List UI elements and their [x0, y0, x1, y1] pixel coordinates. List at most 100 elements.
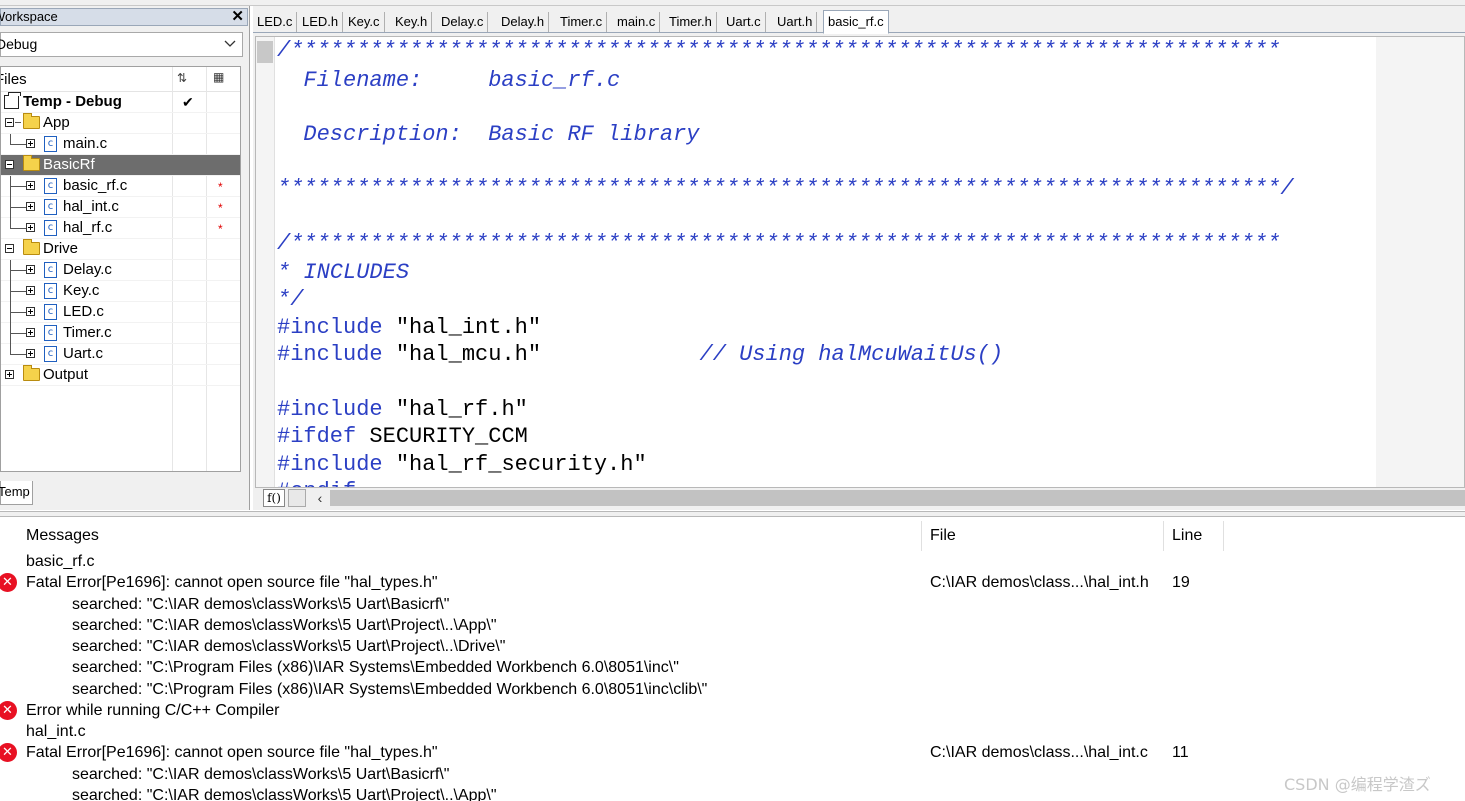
- tree-item-drive[interactable]: Drive: [1, 239, 240, 260]
- code-line: #include "hal_rf.h": [277, 396, 528, 423]
- expand-icon[interactable]: [26, 202, 35, 211]
- expand-icon[interactable]: [26, 307, 35, 316]
- c-file-icon: c: [44, 304, 57, 320]
- tab-delay-c[interactable]: Delay.c: [437, 12, 489, 32]
- chevron-down-icon: [224, 40, 236, 47]
- message-row[interactable]: searched: "C:\Program Files (x86)\IAR Sy…: [0, 657, 1465, 678]
- expand-icon[interactable]: [26, 139, 35, 148]
- column-divider: [1223, 521, 1224, 551]
- message-file: C:\IAR demos\class...\hal_int.c: [930, 744, 1148, 762]
- tab-led-h[interactable]: LED.h: [298, 12, 344, 32]
- tab-led-c[interactable]: LED.c: [253, 12, 298, 32]
- message-row[interactable]: searched: "C:\IAR demos\classWorks\5 Uar…: [0, 764, 1465, 785]
- tree-item-app[interactable]: App: [1, 113, 240, 134]
- message-row[interactable]: searched: "C:\IAR demos\classWorks\5 Uar…: [0, 636, 1465, 657]
- toggle-button[interactable]: [288, 489, 306, 507]
- preprocessor-keyword: #include: [277, 315, 383, 340]
- code-editor[interactable]: /***************************************…: [255, 36, 1465, 488]
- message-row[interactable]: ✕ Fatal Error[Pe1696]: cannot open source…: [0, 742, 1465, 763]
- checkmark-icon: ✔: [182, 94, 194, 110]
- message-row[interactable]: ✕ Fatal Error[Pe1696]: cannot open source…: [0, 572, 1465, 593]
- scroll-left-icon[interactable]: ‹: [311, 488, 329, 508]
- include-path: "hal_rf.h": [382, 397, 528, 422]
- message-row[interactable]: hal_int.c: [0, 721, 1465, 742]
- message-text: Fatal Error[Pe1696]: cannot open source …: [26, 574, 438, 592]
- tab-delay-h[interactable]: Delay.h: [497, 12, 550, 32]
- tab-timer-h[interactable]: Timer.h: [665, 12, 717, 32]
- folder-icon: [23, 239, 40, 255]
- modified-indicator: *: [218, 201, 223, 215]
- code-line: */: [277, 287, 304, 312]
- tree-item-delay-c[interactable]: c Delay.c: [1, 260, 240, 281]
- include-path: "hal_int.h": [382, 315, 542, 340]
- tab-uart-c[interactable]: Uart.c: [722, 12, 766, 32]
- tree-item-label: hal_int.c: [63, 198, 119, 215]
- line-column-header[interactable]: Line: [1172, 527, 1202, 545]
- tree-item-main-c[interactable]: c main.c: [1, 134, 240, 155]
- tree-item-basicrf[interactable]: BasicRf: [1, 155, 240, 176]
- code-line: /***************************************…: [277, 231, 1281, 256]
- workspace-tab-temp[interactable]: Temp: [0, 481, 33, 505]
- code-line: /***************************************…: [277, 38, 1281, 63]
- tab-main-c[interactable]: main.c: [613, 12, 661, 32]
- watermark: CSDN @编程学渣ズ: [1284, 775, 1431, 794]
- function-list-button[interactable]: f(): [263, 489, 285, 507]
- code-line: Description: Basic RF library: [277, 122, 700, 147]
- configuration-select[interactable]: Debug: [0, 32, 243, 57]
- tree-item-hal-int-c[interactable]: c hal_int.c *: [1, 197, 240, 218]
- message-row[interactable]: searched: "C:\Program Files (x86)\IAR Sy…: [0, 679, 1465, 700]
- preprocessor-keyword: #include: [277, 342, 383, 367]
- message-file: C:\IAR demos\class...\hal_int.h: [930, 574, 1149, 592]
- error-icon: ✕: [0, 743, 17, 763]
- folder-icon: [23, 365, 40, 381]
- message-row[interactable]: basic_rf.c: [0, 551, 1465, 572]
- expand-icon[interactable]: [26, 265, 35, 274]
- tree-item-output[interactable]: Output: [1, 365, 240, 386]
- message-text: searched: "C:\IAR demos\classWorks\5 Uar…: [72, 595, 450, 613]
- expand-icon[interactable]: [26, 181, 35, 190]
- messages-column-header[interactable]: Messages: [26, 527, 99, 545]
- workspace-title-bar: Workspace ✕: [0, 8, 248, 26]
- configuration-value: Debug: [0, 36, 38, 52]
- sort-icon[interactable]: ⇅: [177, 71, 187, 85]
- tab-timer-c[interactable]: Timer.c: [556, 12, 608, 32]
- modified-indicator: *: [218, 222, 223, 236]
- close-icon[interactable]: ✕: [231, 9, 244, 25]
- expand-icon[interactable]: [26, 286, 35, 295]
- error-icon: ✕: [0, 573, 17, 593]
- collapse-icon[interactable]: [5, 118, 14, 127]
- message-row[interactable]: searched: "C:\IAR demos\classWorks\5 Uar…: [0, 615, 1465, 636]
- tree-item-label: basic_rf.c: [63, 177, 128, 194]
- message-row[interactable]: searched: "C:\IAR demos\classWorks\5 Uar…: [0, 785, 1465, 801]
- message-row[interactable]: searched: "C:\IAR demos\classWorks\5 Uar…: [0, 594, 1465, 615]
- collapse-icon[interactable]: [5, 244, 14, 253]
- tree-item-project[interactable]: Temp - Debug ✔: [1, 92, 240, 113]
- tree-item-uart-c[interactable]: c Uart.c: [1, 344, 240, 365]
- expand-icon[interactable]: [26, 349, 35, 358]
- expand-icon[interactable]: [5, 370, 14, 379]
- tree-item-label: LED.c: [63, 303, 104, 320]
- include-path: "hal_rf_security.h": [382, 452, 647, 477]
- c-file-icon: c: [44, 220, 57, 236]
- tree-item-hal-rf-c[interactable]: c hal_rf.c *: [1, 218, 240, 239]
- message-text: searched: "C:\IAR demos\classWorks\5 Uar…: [72, 638, 506, 655]
- macro-symbol: SECURITY_CCM: [356, 424, 528, 449]
- file-column-header[interactable]: File: [930, 527, 956, 545]
- expand-icon[interactable]: [26, 223, 35, 232]
- build-status-icon[interactable]: ▦: [213, 70, 224, 84]
- c-file-icon: c: [44, 262, 57, 278]
- collapse-icon[interactable]: [5, 160, 14, 169]
- gutter-marker: [257, 41, 273, 63]
- expand-icon[interactable]: [26, 328, 35, 337]
- tab-basic-rf-c[interactable]: basic_rf.c: [823, 10, 889, 34]
- tree-item-basic-rf-c[interactable]: c basic_rf.c *: [1, 176, 240, 197]
- tree-item-led-c[interactable]: c LED.c: [1, 302, 240, 323]
- tab-uart-h[interactable]: Uart.h: [773, 12, 818, 32]
- tree-item-timer-c[interactable]: c Timer.c: [1, 323, 240, 344]
- tab-key-h[interactable]: Key.h: [391, 12, 433, 32]
- tree-item-label: Timer.c: [63, 324, 112, 341]
- horizontal-scrollbar[interactable]: [330, 490, 1465, 506]
- tree-item-key-c[interactable]: c Key.c: [1, 281, 240, 302]
- message-row[interactable]: ✕ Error while running C/C++ Compiler: [0, 700, 1465, 721]
- tab-key-c[interactable]: Key.c: [344, 12, 385, 32]
